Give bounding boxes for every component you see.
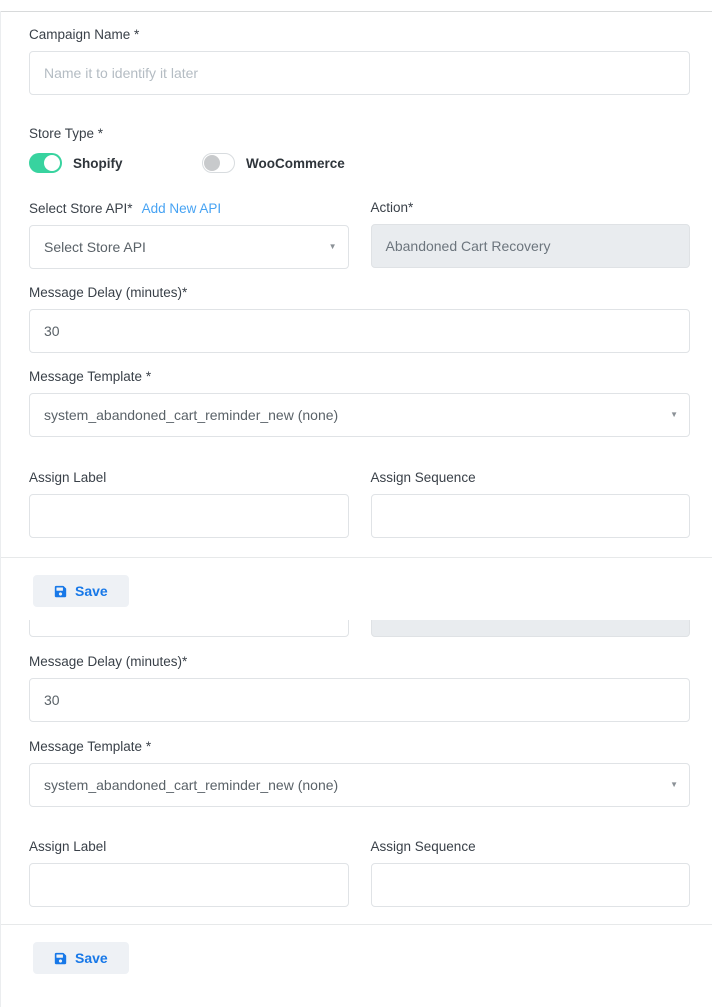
campaign-name-input[interactable] bbox=[29, 51, 690, 95]
store-api-action-row: Select Store API* Add New API Select Sto… bbox=[29, 201, 690, 269]
assign-row: Assign Label Assign Sequence bbox=[29, 471, 690, 538]
form-1-footer: Save bbox=[1, 557, 712, 607]
action-value: Abandoned Cart Recovery bbox=[386, 238, 551, 254]
save-button-label-2: Save bbox=[75, 950, 108, 966]
message-delay-input-2[interactable] bbox=[29, 678, 690, 722]
message-template-select-2[interactable]: system_abandoned_cart_reminder_new (none… bbox=[29, 763, 690, 807]
chevron-down-icon: ▼ bbox=[670, 781, 678, 789]
action-label: Action* bbox=[371, 201, 691, 215]
message-delay-label-2: Message Delay (minutes)* bbox=[29, 655, 690, 669]
chevron-down-icon: ▼ bbox=[670, 411, 678, 419]
store-api-select[interactable]: Select Store API ▼ bbox=[29, 225, 349, 269]
save-button-label: Save bbox=[75, 583, 108, 599]
campaign-name-group: Campaign Name * bbox=[29, 28, 690, 95]
action-col: Action* Abandoned Cart Recovery bbox=[371, 201, 691, 269]
store-api-col: Select Store API* Add New API Select Sto… bbox=[29, 201, 349, 269]
shopify-toggle[interactable] bbox=[29, 153, 62, 173]
assign-sequence-label: Assign Sequence bbox=[371, 471, 691, 485]
store-api-label-row: Select Store API* Add New API bbox=[29, 201, 349, 216]
message-template-label-2: Message Template * bbox=[29, 740, 690, 754]
woocommerce-toggle-knob bbox=[204, 155, 220, 171]
message-template-group: Message Template * system_abandoned_cart… bbox=[29, 370, 690, 437]
store-api-label: Select Store API* bbox=[29, 202, 133, 216]
action-disabled-input-2 bbox=[371, 620, 691, 637]
store-type-label: Store Type * bbox=[29, 127, 690, 141]
message-delay-input[interactable] bbox=[29, 309, 690, 353]
message-template-group-2: Message Template * system_abandoned_cart… bbox=[29, 740, 690, 807]
message-template-select[interactable]: system_abandoned_cart_reminder_new (none… bbox=[29, 393, 690, 437]
woocommerce-toggle-wrap: WooCommerce bbox=[202, 153, 345, 173]
assign-sequence-input[interactable] bbox=[371, 494, 691, 538]
message-template-label: Message Template * bbox=[29, 370, 690, 384]
message-template-selected-value: system_abandoned_cart_reminder_new (none… bbox=[44, 407, 338, 423]
save-button-2[interactable]: Save bbox=[33, 942, 129, 974]
assign-label-label-2: Assign Label bbox=[29, 840, 349, 854]
shopify-toggle-knob bbox=[44, 155, 60, 171]
shopify-toggle-label: Shopify bbox=[73, 156, 123, 171]
store-api-select-2[interactable]: ▼ bbox=[29, 620, 349, 637]
store-type-toggles: Shopify WooCommerce bbox=[29, 153, 690, 173]
save-icon bbox=[54, 585, 67, 598]
action-col-2 bbox=[371, 620, 691, 637]
form-2-footer: Save bbox=[1, 924, 712, 974]
assign-label-input[interactable] bbox=[29, 494, 349, 538]
shopify-toggle-wrap: Shopify bbox=[29, 153, 202, 173]
assign-sequence-col: Assign Sequence bbox=[371, 471, 691, 538]
message-delay-group-2: Message Delay (minutes)* bbox=[29, 655, 690, 722]
campaign-form-2: Message Delay (minutes)* Message Templat… bbox=[1, 655, 712, 907]
store-type-group: Store Type * Shopify WooCommerce bbox=[29, 127, 690, 173]
add-new-api-link[interactable]: Add New API bbox=[142, 201, 222, 216]
woocommerce-toggle[interactable] bbox=[202, 153, 235, 173]
assign-sequence-col-2: Assign Sequence bbox=[371, 840, 691, 907]
assign-label-col-2: Assign Label bbox=[29, 840, 349, 907]
assign-label-col: Assign Label bbox=[29, 471, 349, 538]
clipped-fields-row: ▼ bbox=[29, 620, 690, 637]
campaign-name-label: Campaign Name * bbox=[29, 28, 690, 42]
campaign-form-card: Campaign Name * Store Type * Shopify Woo… bbox=[0, 11, 712, 1007]
message-delay-group: Message Delay (minutes)* bbox=[29, 286, 690, 353]
message-delay-label: Message Delay (minutes)* bbox=[29, 286, 690, 300]
chevron-down-icon: ▼ bbox=[329, 243, 337, 251]
store-api-col-2: ▼ bbox=[29, 620, 349, 637]
woocommerce-toggle-label: WooCommerce bbox=[246, 156, 345, 171]
assign-sequence-label-2: Assign Sequence bbox=[371, 840, 691, 854]
save-button[interactable]: Save bbox=[33, 575, 129, 607]
assign-row-2: Assign Label Assign Sequence bbox=[29, 840, 690, 907]
assign-sequence-input-2[interactable] bbox=[371, 863, 691, 907]
campaign-form-1: Campaign Name * Store Type * Shopify Woo… bbox=[1, 12, 712, 538]
store-api-selected-value: Select Store API bbox=[44, 239, 146, 255]
save-icon bbox=[54, 952, 67, 965]
assign-label-label: Assign Label bbox=[29, 471, 349, 485]
action-disabled-input: Abandoned Cart Recovery bbox=[371, 224, 691, 268]
message-template-selected-value-2: system_abandoned_cart_reminder_new (none… bbox=[44, 777, 338, 793]
assign-label-input-2[interactable] bbox=[29, 863, 349, 907]
